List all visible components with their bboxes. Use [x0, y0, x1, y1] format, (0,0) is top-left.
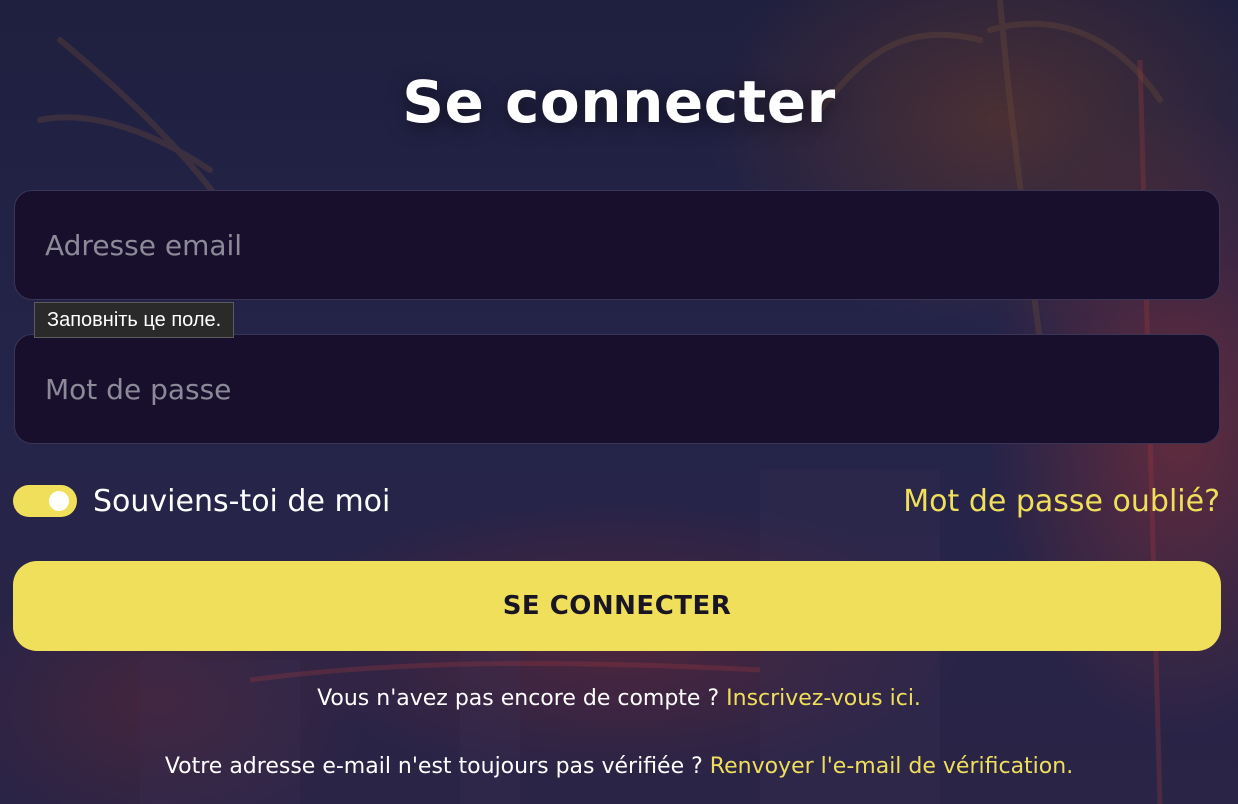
signup-prompt-text: Vous n'avez pas encore de compte ? — [317, 686, 720, 711]
signup-link[interactable]: Inscrivez-vous ici. — [726, 686, 921, 711]
signup-prompt-line: Vous n'avez pas encore de compte ? Inscr… — [0, 686, 1238, 711]
page-title: Se connecter — [402, 68, 836, 136]
verify-prompt-line: Votre adresse e-mail n'est toujours pas … — [0, 754, 1238, 779]
login-page: Se connecter Заповніть це поле. Souviens… — [0, 0, 1238, 804]
remember-me-label: Souviens-toi de moi — [93, 483, 391, 519]
remember-me-toggle[interactable]: Souviens-toi de moi — [13, 484, 390, 519]
login-options-row: Souviens-toi de moi Mot de passe oublié? — [13, 478, 1220, 524]
email-input[interactable] — [14, 190, 1220, 300]
resend-verification-link[interactable]: Renvoyer l'e-mail de vérification. — [710, 754, 1073, 779]
password-input[interactable] — [14, 334, 1220, 444]
forgot-password-link[interactable]: Mot de passe oublié? — [903, 484, 1220, 519]
toggle-knob — [49, 491, 69, 511]
verify-prompt-text: Votre adresse e-mail n'est toujours pas … — [164, 754, 703, 779]
login-submit-button[interactable]: SE CONNECTER — [13, 561, 1221, 651]
validation-tooltip: Заповніть це поле. — [34, 302, 235, 338]
toggle-switch[interactable] — [13, 485, 77, 517]
